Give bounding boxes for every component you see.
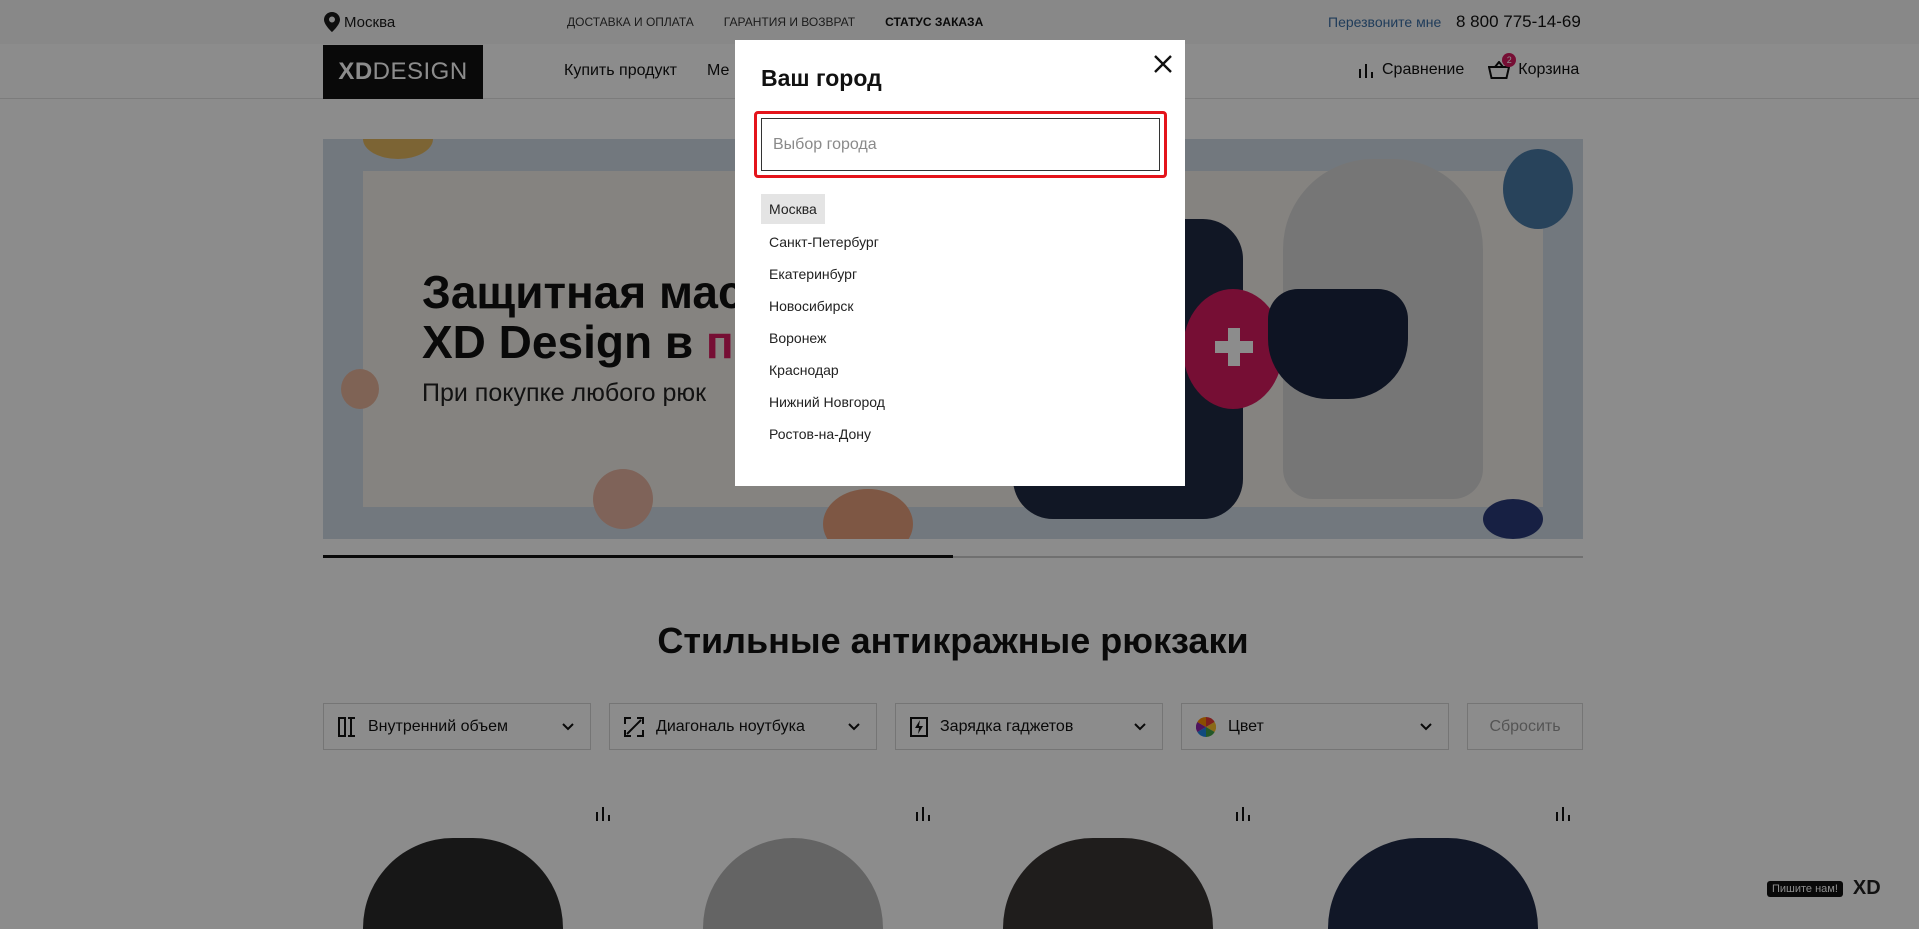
city-search-input[interactable] (761, 118, 1160, 171)
city-option[interactable]: Воронеж (761, 322, 834, 354)
city-option[interactable]: Екатеринбург (761, 258, 865, 290)
city-option[interactable]: Краснодар (761, 354, 847, 386)
city-option[interactable]: Санкт-Петербург (761, 226, 887, 258)
city-option[interactable]: Нижний Новгород (761, 386, 893, 418)
modal-title: Ваш город (761, 65, 882, 91)
city-modal: Ваш город МоскваСанкт-ПетербургЕкатеринб… (735, 40, 1185, 486)
city-option[interactable]: Москва (761, 194, 825, 224)
city-option[interactable]: Ростов-на-Дону (761, 418, 879, 450)
city-option[interactable]: Новосибирск (761, 290, 862, 322)
city-list: Москва Санкт-Петербург Екатеринбург Новосиб… (761, 194, 893, 450)
close-icon[interactable] (1151, 52, 1175, 76)
city-input-focus-ring (754, 111, 1167, 178)
